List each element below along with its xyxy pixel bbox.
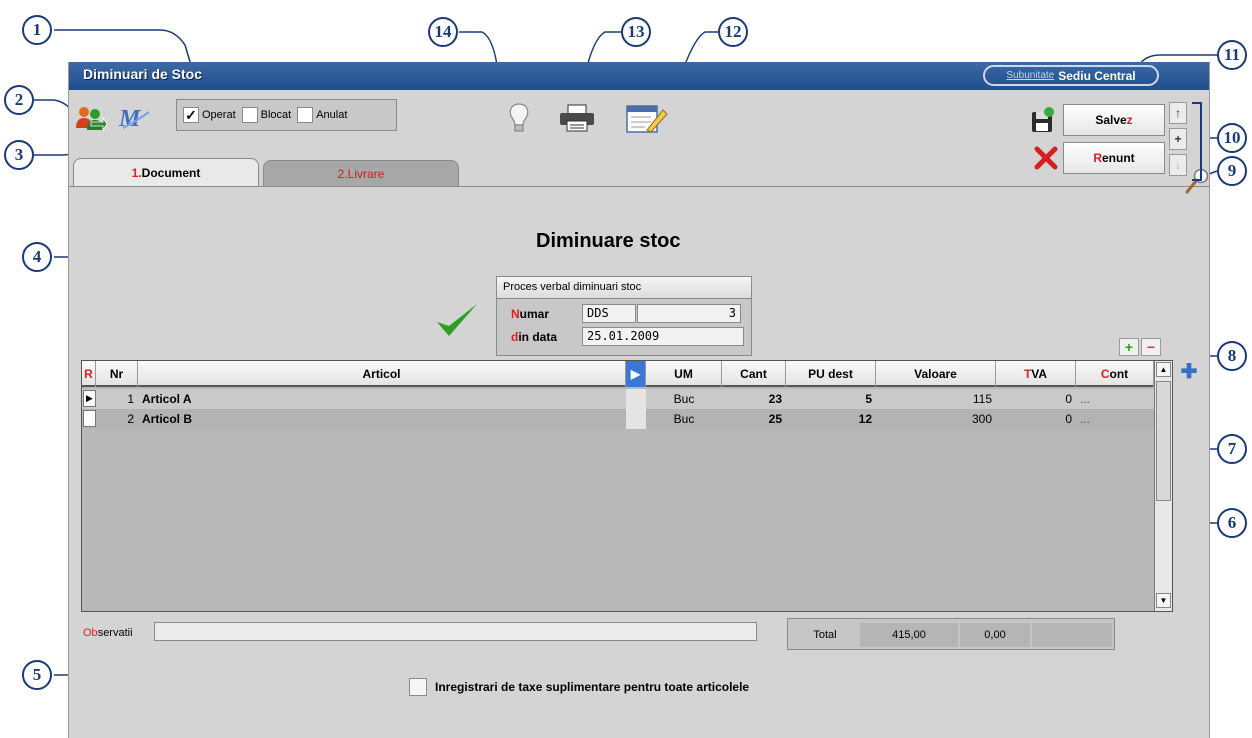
- proces-verbal-title: Proces verbal diminuari stoc: [497, 277, 751, 299]
- callout-2: 2: [4, 85, 34, 115]
- articles-grid: R Nr Articol ▶ UM Cant PU dest Valoare T…: [81, 360, 1173, 612]
- articol-cell[interactable]: Articol A: [138, 389, 626, 409]
- checkmark-valid-icon: [437, 304, 477, 336]
- callout-6: 6: [1217, 508, 1247, 538]
- blocat-label: Blocat: [260, 109, 292, 121]
- col-valoare[interactable]: Valoare: [876, 361, 996, 387]
- save-button[interactable]: Salve z: [1063, 104, 1165, 136]
- totals-box: Total 415,00 0,00: [787, 618, 1115, 650]
- app-window: Diminuari de Stoc Subunitate Sediu Centr…: [68, 62, 1210, 738]
- total-tva: 0,00: [960, 623, 1030, 647]
- tab-livrare[interactable]: 2. Livrare: [263, 160, 459, 186]
- checkmark-icon: ✓: [183, 107, 199, 123]
- tab-document[interactable]: 1. Document: [73, 158, 259, 186]
- observatii-label: Observatii: [83, 627, 133, 639]
- table-row[interactable]: 2 Articol B Buc 25 12 300 0 ...: [82, 409, 1154, 429]
- anulat-checkbox[interactable]: Anulat: [297, 107, 347, 123]
- lightbulb-icon[interactable]: [506, 102, 532, 134]
- extra-taxes-option[interactable]: Inregistrari de taxe suplimentare pentru…: [409, 678, 749, 696]
- col-cant[interactable]: Cant: [722, 361, 786, 387]
- col-um[interactable]: UM: [646, 361, 722, 387]
- cancel-button[interactable]: Renunt: [1063, 142, 1165, 174]
- table-row[interactable]: ▶ 1 Articol A Buc 23 5 115 0 ...: [82, 389, 1154, 409]
- callout-11: 11: [1217, 40, 1247, 70]
- operat-checkbox[interactable]: ✓ Operat: [183, 107, 236, 123]
- save-icon[interactable]: [1030, 106, 1056, 134]
- observatii-input[interactable]: [154, 622, 757, 641]
- minus-icon: −: [1146, 339, 1156, 355]
- data-label: din data: [511, 330, 558, 344]
- subunit-label: Subunitate: [1006, 70, 1055, 81]
- callout-13: 13: [621, 17, 651, 47]
- blocat-checkbox[interactable]: Blocat: [241, 107, 292, 123]
- col-tva[interactable]: T VA: [996, 361, 1076, 387]
- extra-taxes-checkbox[interactable]: [409, 678, 427, 696]
- col-r: R: [82, 361, 96, 387]
- col-cont[interactable]: Cont: [1076, 361, 1154, 387]
- col-nr[interactable]: Nr: [96, 361, 138, 387]
- callout-5: 5: [22, 660, 52, 690]
- numar-series-field[interactable]: DDS: [582, 304, 636, 323]
- add-row-button[interactable]: +: [1119, 338, 1139, 356]
- callout-10: 10: [1217, 123, 1247, 153]
- cancel-icon[interactable]: [1034, 146, 1058, 170]
- col-pu-dest[interactable]: PU dest: [786, 361, 876, 387]
- callout-9: 9: [1217, 156, 1247, 186]
- cancel-label: enunt: [1102, 151, 1135, 165]
- scroll-up-icon[interactable]: ▲: [1156, 362, 1171, 377]
- window-title: Diminuari de Stoc: [83, 66, 203, 82]
- callout-12: 12: [718, 17, 748, 47]
- scroll-down-icon[interactable]: ▼: [1156, 593, 1171, 608]
- anulat-label: Anulat: [316, 109, 348, 121]
- document-heading: Diminuare stoc: [536, 230, 681, 252]
- users-exit-icon[interactable]: [73, 104, 107, 132]
- printer-icon[interactable]: [559, 104, 595, 132]
- remove-row-button[interactable]: −: [1141, 338, 1161, 356]
- callout-14: 14: [428, 17, 458, 47]
- numar-label: Numar: [511, 307, 550, 321]
- arrow-up-icon: ↑: [1175, 106, 1181, 120]
- title-bar: Diminuari de Stoc Subunitate Sediu Centr…: [69, 62, 1209, 90]
- row-pointer-icon: ▶: [83, 390, 96, 407]
- total-label: Total: [813, 629, 837, 641]
- callout-3: 3: [4, 140, 34, 170]
- callout-7: 7: [1217, 434, 1247, 464]
- operat-label: Operat: [202, 109, 236, 121]
- plus-icon: +: [1124, 339, 1134, 355]
- tab-document-label: Document: [141, 165, 201, 180]
- plus-icon: ✚: [1180, 360, 1198, 383]
- scroll-thumb[interactable]: [1156, 381, 1171, 501]
- callout-4: 4: [22, 242, 52, 272]
- insert-row-button[interactable]: ✚: [1179, 361, 1199, 383]
- arrow-down-icon: ↓: [1175, 158, 1181, 172]
- expand-columns-icon[interactable]: ▶: [626, 361, 646, 387]
- col-articol[interactable]: Articol: [138, 361, 626, 387]
- extra-taxes-label: Inregistrari de taxe suplimentare pentru…: [435, 680, 750, 694]
- date-field[interactable]: 25.01.2009: [582, 327, 744, 346]
- tab-livrare-label: Livrare: [347, 166, 385, 181]
- document-edit-icon[interactable]: [625, 102, 669, 134]
- numar-value-field[interactable]: 3: [637, 304, 741, 323]
- save-label: Salve: [1095, 113, 1127, 127]
- subunit-selector[interactable]: Subunitate Sediu Central: [983, 65, 1159, 86]
- grid-header: R Nr Articol ▶ UM Cant PU dest Valoare T…: [82, 361, 1154, 387]
- articol-cell[interactable]: Articol B: [138, 409, 626, 429]
- nav-up-button[interactable]: ↑: [1169, 102, 1187, 124]
- callout-8: 8: [1217, 341, 1247, 371]
- document-state-group: ✓ Operat Blocat Anulat: [176, 99, 397, 131]
- proces-verbal-box: Proces verbal diminuari stoc Numar DDS 3…: [496, 276, 752, 356]
- total-value: 415,00: [860, 623, 958, 647]
- plus-icon: +: [1174, 132, 1182, 146]
- callout-1: 1: [22, 15, 52, 45]
- macro-icon[interactable]: M: [117, 104, 153, 132]
- subunit-value: Sediu Central: [1058, 68, 1136, 83]
- nav-bracket: [1192, 102, 1202, 181]
- total-extra: [1032, 623, 1112, 647]
- grid-scrollbar[interactable]: ▲ ▼: [1154, 361, 1172, 611]
- nav-add-button[interactable]: +: [1169, 128, 1187, 150]
- cancel-hotkey: R: [1093, 151, 1102, 165]
- save-hotkey: z: [1126, 113, 1133, 127]
